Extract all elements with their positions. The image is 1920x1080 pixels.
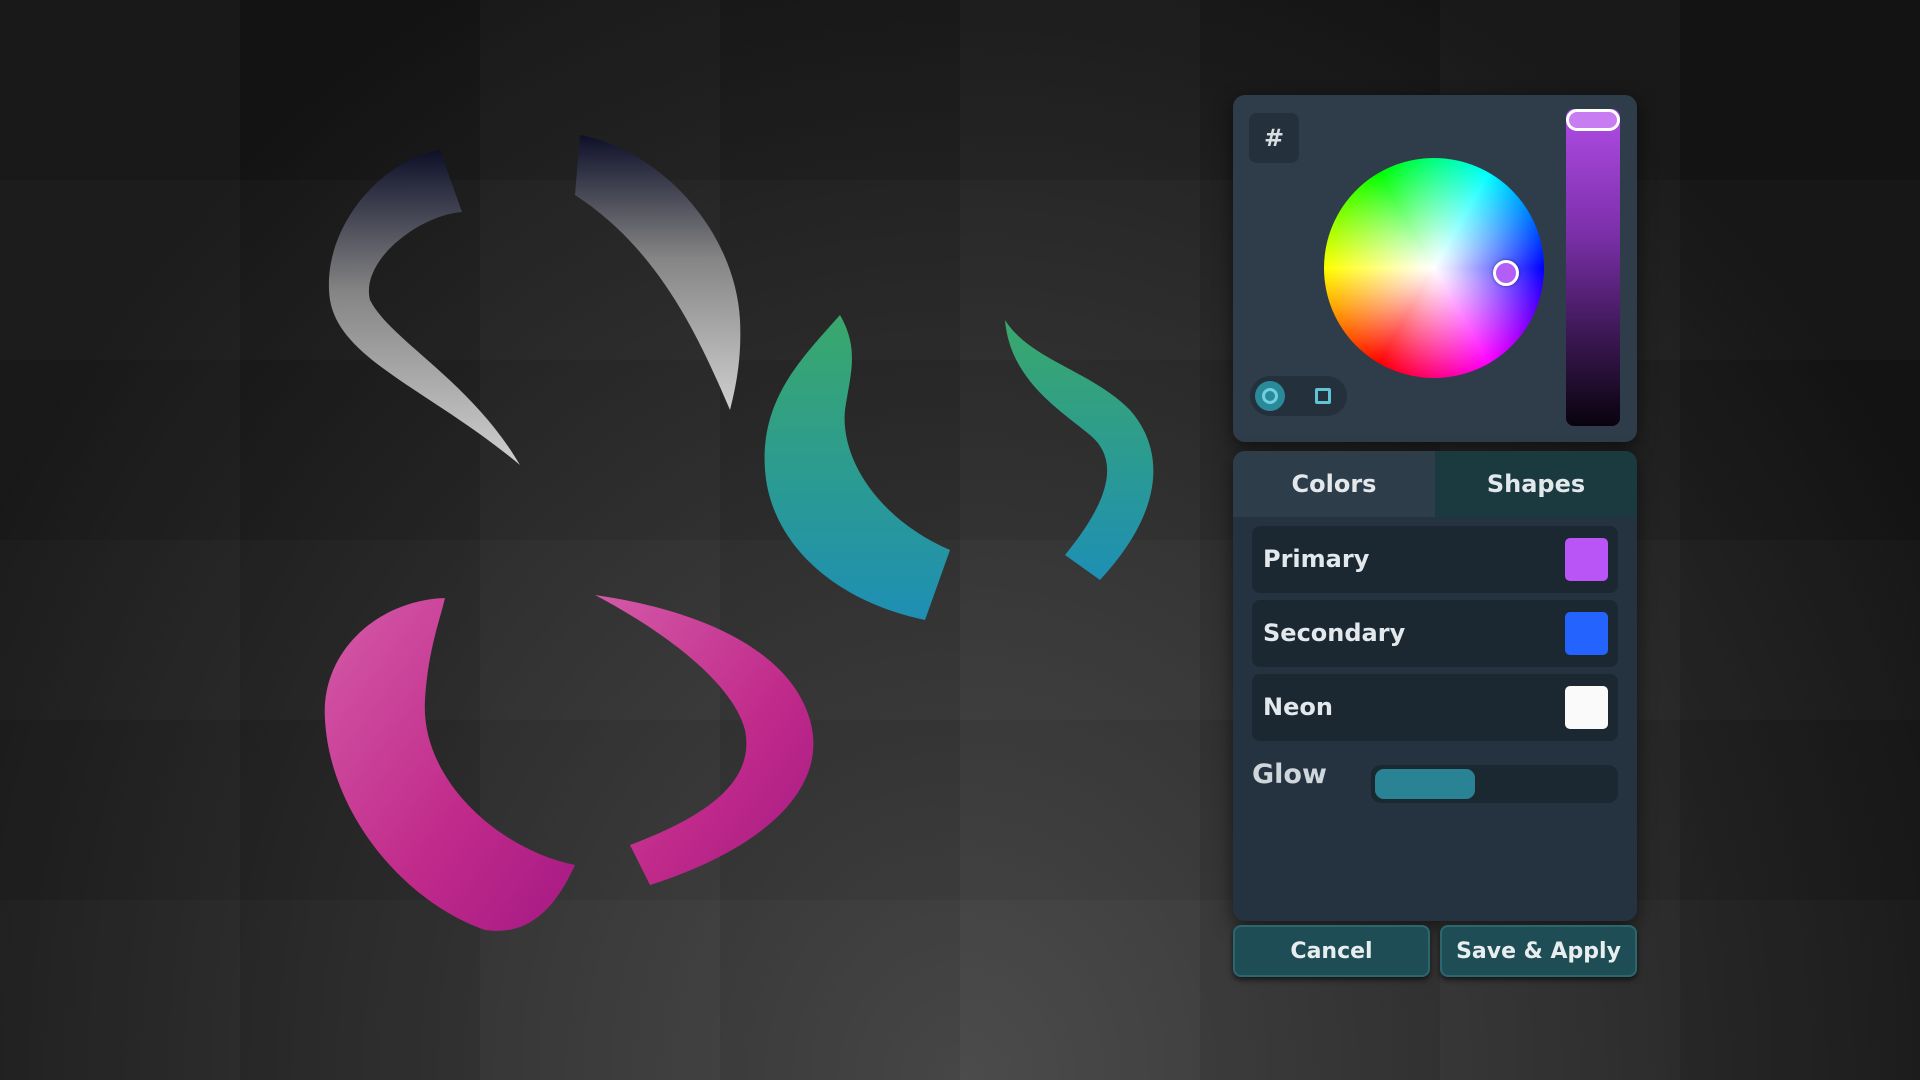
square-icon (1315, 388, 1331, 404)
square-mode-button[interactable] (1308, 381, 1338, 411)
horn-pink-left[interactable] (324, 598, 575, 931)
tab-shapes[interactable]: Shapes (1435, 451, 1637, 517)
color-row-label: Secondary (1263, 619, 1406, 647)
color-picker-panel: # (1233, 95, 1637, 442)
color-row-primary[interactable]: Primary (1252, 526, 1618, 593)
color-row-label: Neon (1263, 693, 1333, 721)
primary-color-swatch[interactable] (1565, 538, 1608, 581)
tab-colors[interactable]: Colors (1233, 451, 1435, 517)
horn-teal-right[interactable] (1005, 320, 1154, 580)
circle-mode-button[interactable] (1255, 381, 1285, 411)
hex-input-button[interactable]: # (1249, 113, 1299, 163)
glow-label: Glow (1252, 759, 1327, 790)
neon-color-swatch[interactable] (1565, 686, 1608, 729)
circle-icon (1262, 388, 1278, 404)
color-row-label: Primary (1263, 545, 1370, 573)
horn-teal-left[interactable] (764, 315, 950, 620)
horn-white-right[interactable] (575, 135, 741, 410)
save-apply-button[interactable]: Save & Apply (1440, 925, 1637, 977)
color-row-neon[interactable]: Neon (1252, 674, 1618, 741)
horn-white-left[interactable] (328, 150, 520, 465)
color-wheel[interactable] (1324, 158, 1544, 378)
horn-pink-right[interactable] (595, 595, 814, 885)
glow-slider[interactable] (1371, 765, 1618, 803)
glow-slider-fill (1375, 769, 1475, 799)
brightness-slider-thumb[interactable] (1566, 109, 1620, 131)
color-row-secondary[interactable]: Secondary (1252, 600, 1618, 667)
brightness-slider[interactable] (1566, 109, 1620, 426)
hash-icon: # (1263, 124, 1285, 152)
secondary-color-swatch[interactable] (1565, 612, 1608, 655)
picker-shape-toggle (1250, 376, 1347, 416)
settings-panel: Colors Shapes Primary Secondary Neon Glo… (1233, 451, 1637, 921)
color-wheel-handle[interactable] (1493, 260, 1519, 286)
cancel-button[interactable]: Cancel (1233, 925, 1430, 977)
